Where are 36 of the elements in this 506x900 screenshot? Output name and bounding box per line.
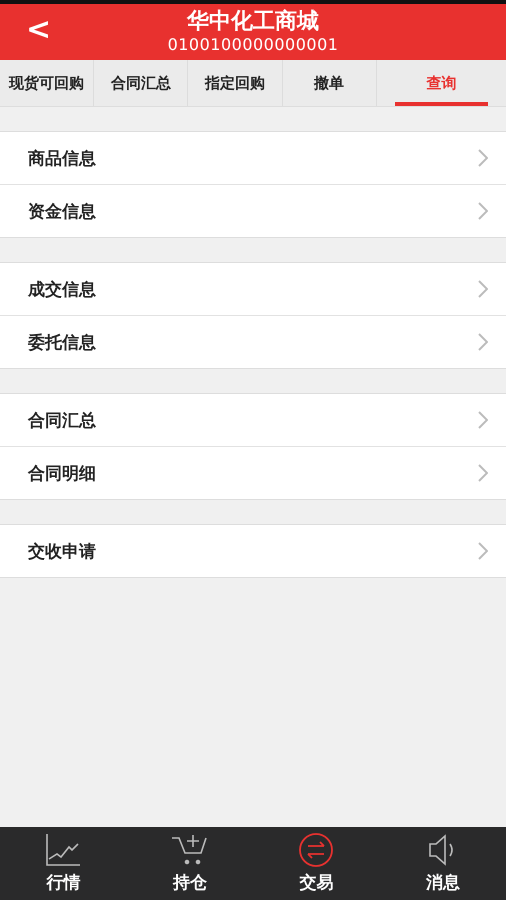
menu-label: 成交信息 <box>28 278 96 300</box>
menu-row[interactable]: 资金信息 <box>0 184 506 237</box>
menu-label: 资金信息 <box>28 200 96 222</box>
back-button[interactable]: < <box>20 12 58 47</box>
menu-label: 合同明细 <box>28 462 96 484</box>
nav-item[interactable]: 交易 <box>253 827 380 900</box>
nav-item[interactable]: 消息 <box>380 827 506 900</box>
account-number: 0100100000000001 <box>168 35 338 55</box>
nav-item[interactable]: 行情 <box>0 827 126 900</box>
menu-row[interactable]: 合同汇总 <box>0 394 506 446</box>
tab[interactable]: 合同汇总 <box>94 60 188 106</box>
menu-row[interactable]: 合同明细 <box>0 446 506 499</box>
cart-icon <box>170 833 210 867</box>
nav-item[interactable]: 持仓 <box>126 827 253 900</box>
menu-row[interactable]: 委托信息 <box>0 315 506 368</box>
chevron-icon <box>478 411 488 429</box>
app-title: 华中化工商城 <box>187 9 319 35</box>
tab[interactable]: 现货可回购 <box>0 60 94 106</box>
tab[interactable]: 查询 <box>394 60 488 106</box>
menu-label: 交收申请 <box>28 540 96 562</box>
chevron-icon <box>478 149 488 167</box>
tab[interactable]: 撤单 <box>282 60 377 106</box>
menu-label: 商品信息 <box>28 148 96 170</box>
chevron-icon <box>478 464 488 482</box>
menu-row[interactable]: 交收申请 <box>0 525 506 577</box>
chevron-icon <box>478 202 488 220</box>
menu-label: 合同汇总 <box>28 410 96 432</box>
menu-label: 委托信息 <box>28 332 96 354</box>
menu-row[interactable]: 商品信息 <box>0 132 506 184</box>
tab[interactable]: 指定回购 <box>188 60 283 106</box>
chevron-icon <box>478 280 488 298</box>
chart-icon <box>45 833 82 867</box>
menu-row[interactable]: 成交信息 <box>0 263 506 315</box>
exchange-icon <box>297 833 336 867</box>
chevron-icon <box>478 333 488 351</box>
chevron-icon <box>478 542 488 560</box>
